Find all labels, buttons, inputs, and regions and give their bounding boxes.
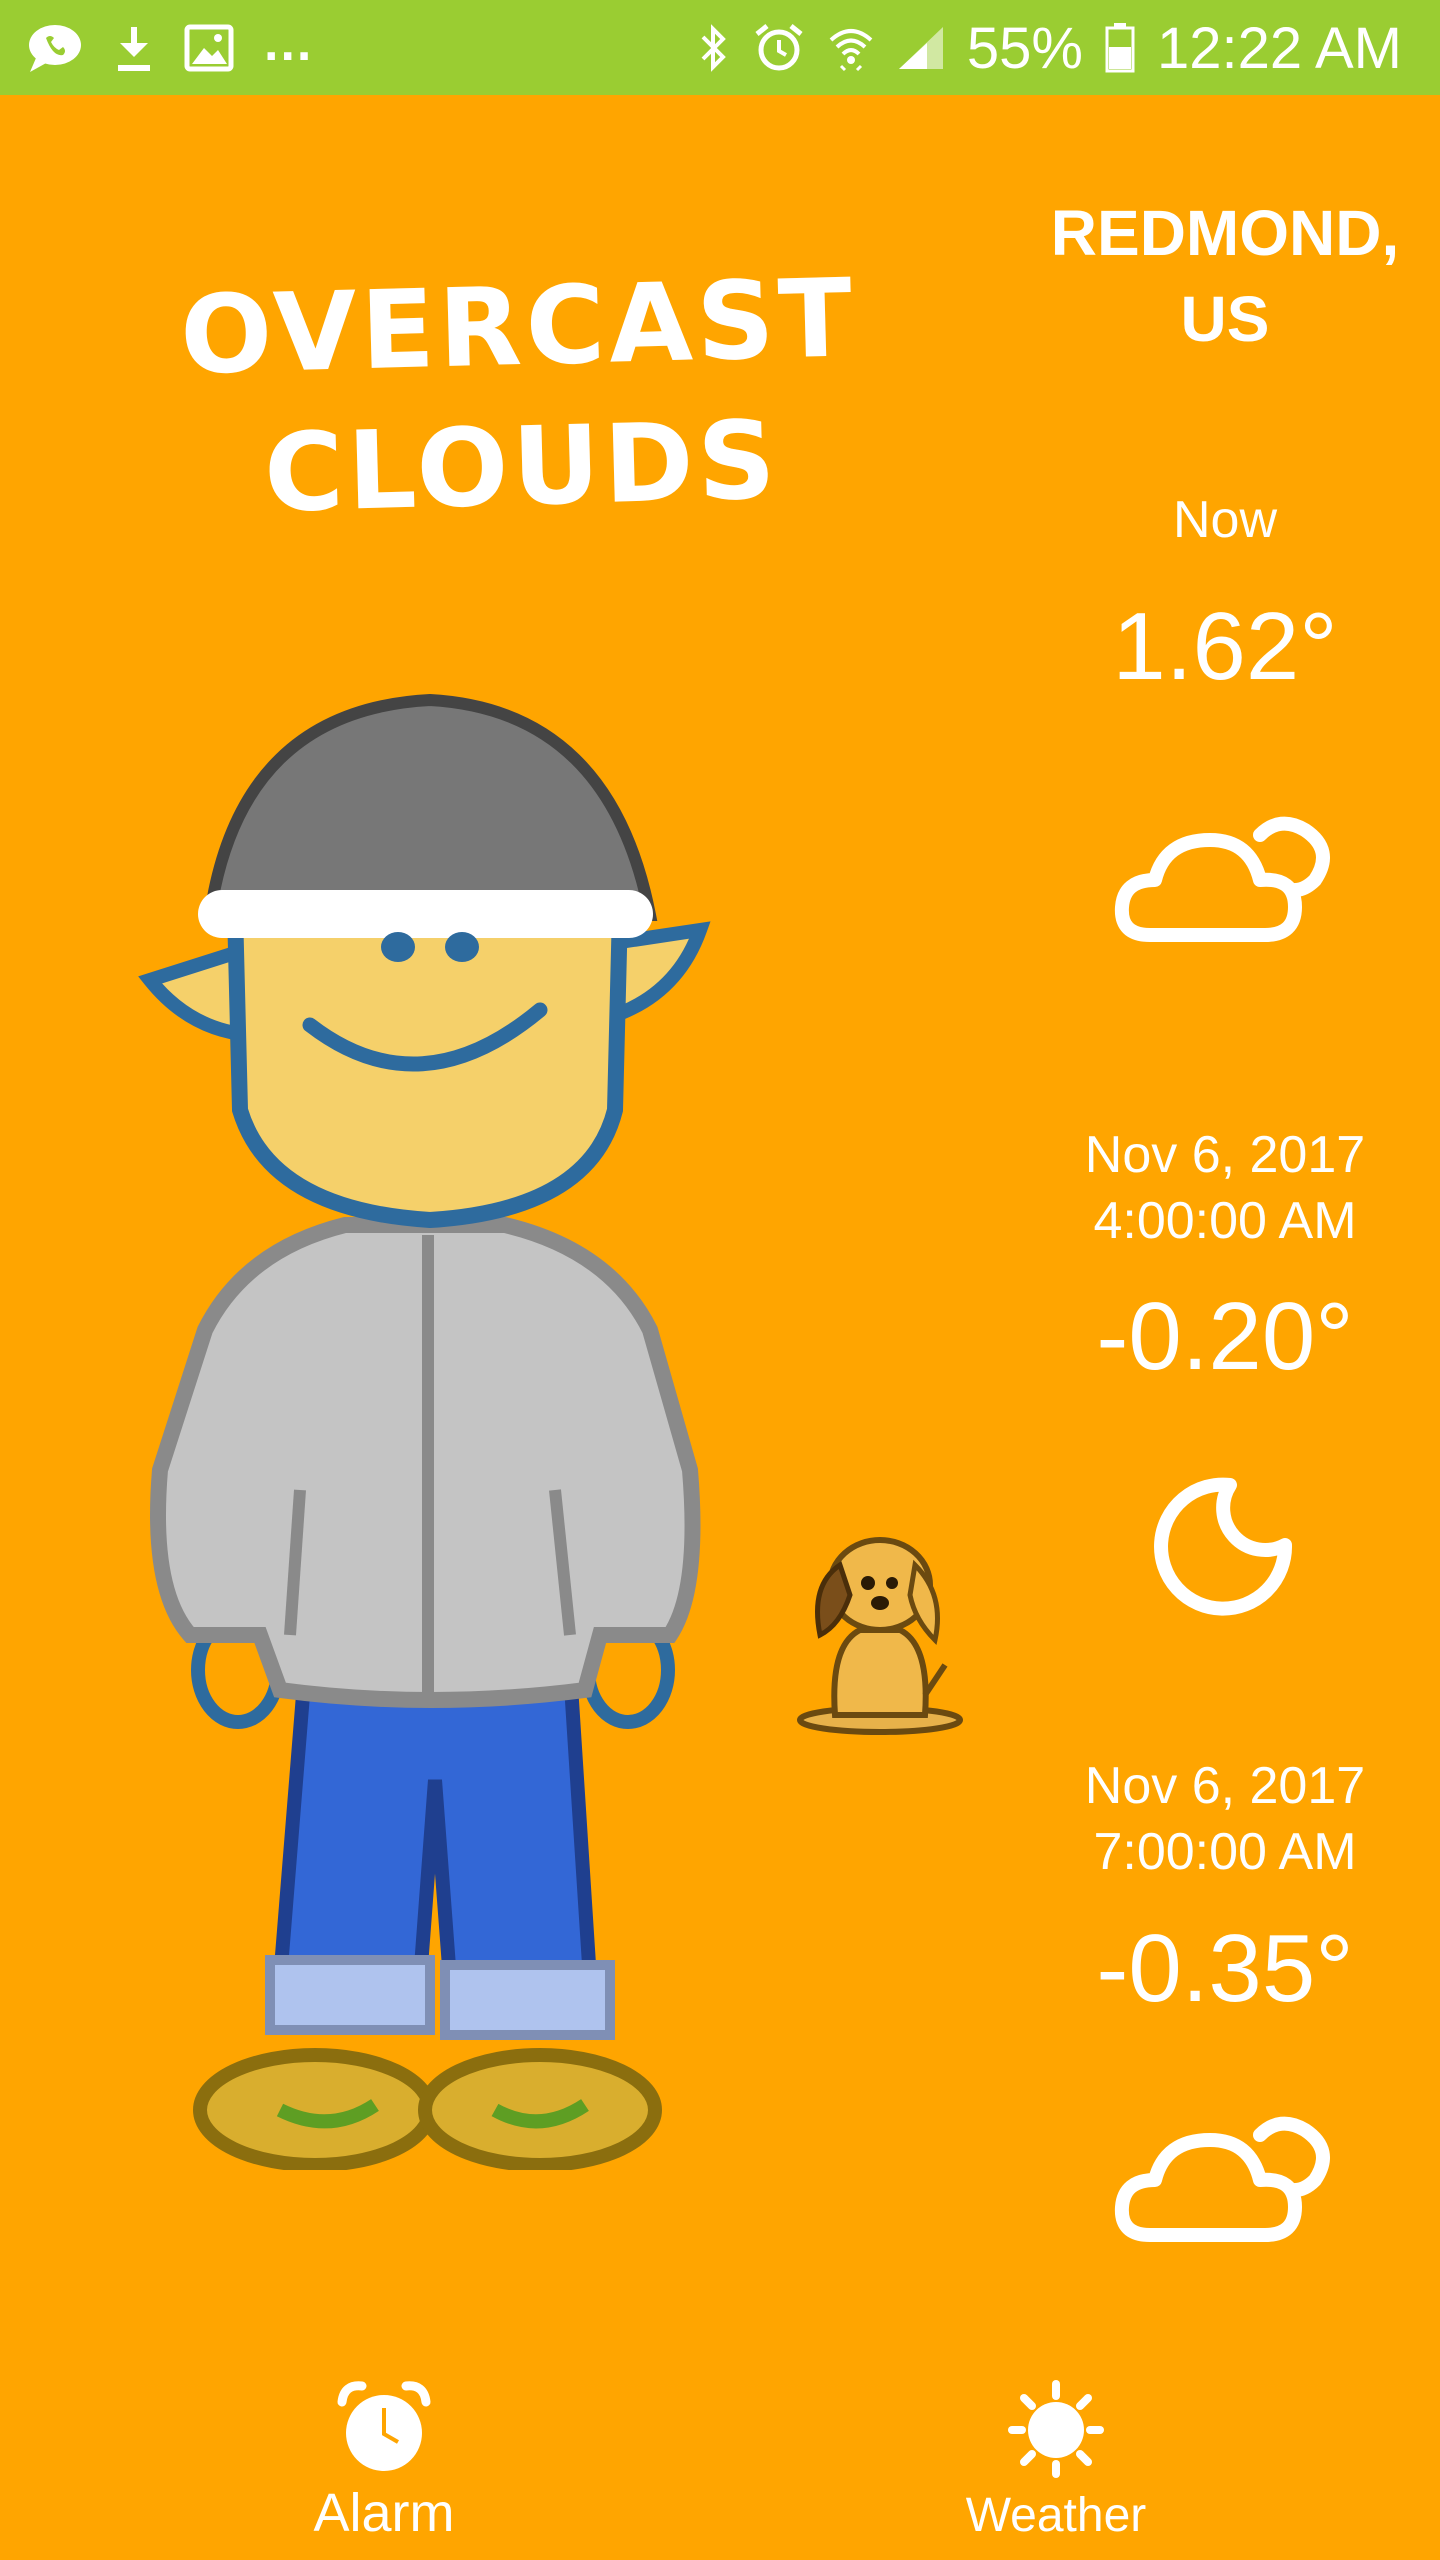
image-icon bbox=[184, 24, 234, 72]
notification-icons: ... bbox=[26, 14, 313, 78]
nav-weather-label: Weather bbox=[965, 2489, 1147, 2542]
bottom-navigation: Alarm Weather bbox=[0, 2360, 1440, 2560]
alarm-clock-icon bbox=[337, 2381, 431, 2471]
moon-icon bbox=[1154, 1477, 1293, 1616]
battery-icon bbox=[1105, 23, 1135, 73]
sun-icon bbox=[1008, 2380, 1104, 2478]
forecast-datetime-2: Nov 6, 2017 7:00:00 AM bbox=[1084, 1757, 1366, 1881]
download-icon bbox=[118, 27, 150, 71]
bluetooth-icon bbox=[701, 24, 726, 72]
alarm-icon bbox=[755, 24, 803, 71]
temperature-now: 1.62° bbox=[1112, 593, 1338, 700]
character-illustration bbox=[138, 693, 711, 2170]
weather-condition: OVERCAST CLOUDS bbox=[178, 256, 858, 537]
nav-weather-tab[interactable]: Weather bbox=[906, 2360, 1206, 2560]
location: REDMOND, US bbox=[1050, 197, 1400, 355]
temperature-forecast-1: -0.20° bbox=[1096, 1283, 1354, 1390]
nav-alarm-tab[interactable]: Alarm bbox=[234, 2360, 534, 2560]
temperature-forecast-2: -0.35° bbox=[1096, 1915, 1354, 2022]
forecast-label-now: Now bbox=[1172, 491, 1278, 549]
battery-percent: 55% bbox=[966, 15, 1083, 81]
wifi-icon bbox=[829, 29, 873, 72]
clock: 12:22 AM bbox=[1156, 15, 1402, 81]
forecast-datetime-1: Nov 6, 2017 4:00:00 AM bbox=[1084, 1126, 1366, 1250]
cloud-icon bbox=[1114, 816, 1330, 942]
system-icons: 55% 12:22 AM bbox=[697, 16, 1402, 81]
dog-illustration bbox=[797, 1537, 963, 1735]
chat-icon bbox=[29, 25, 81, 72]
nav-alarm-label: Alarm bbox=[313, 2483, 455, 2543]
status-bar: ... 55% 12:22 AM bbox=[0, 0, 1440, 95]
cloud-icon bbox=[1114, 2116, 1330, 2242]
signal-icon bbox=[898, 27, 943, 69]
more-notifications: ... bbox=[264, 14, 314, 72]
